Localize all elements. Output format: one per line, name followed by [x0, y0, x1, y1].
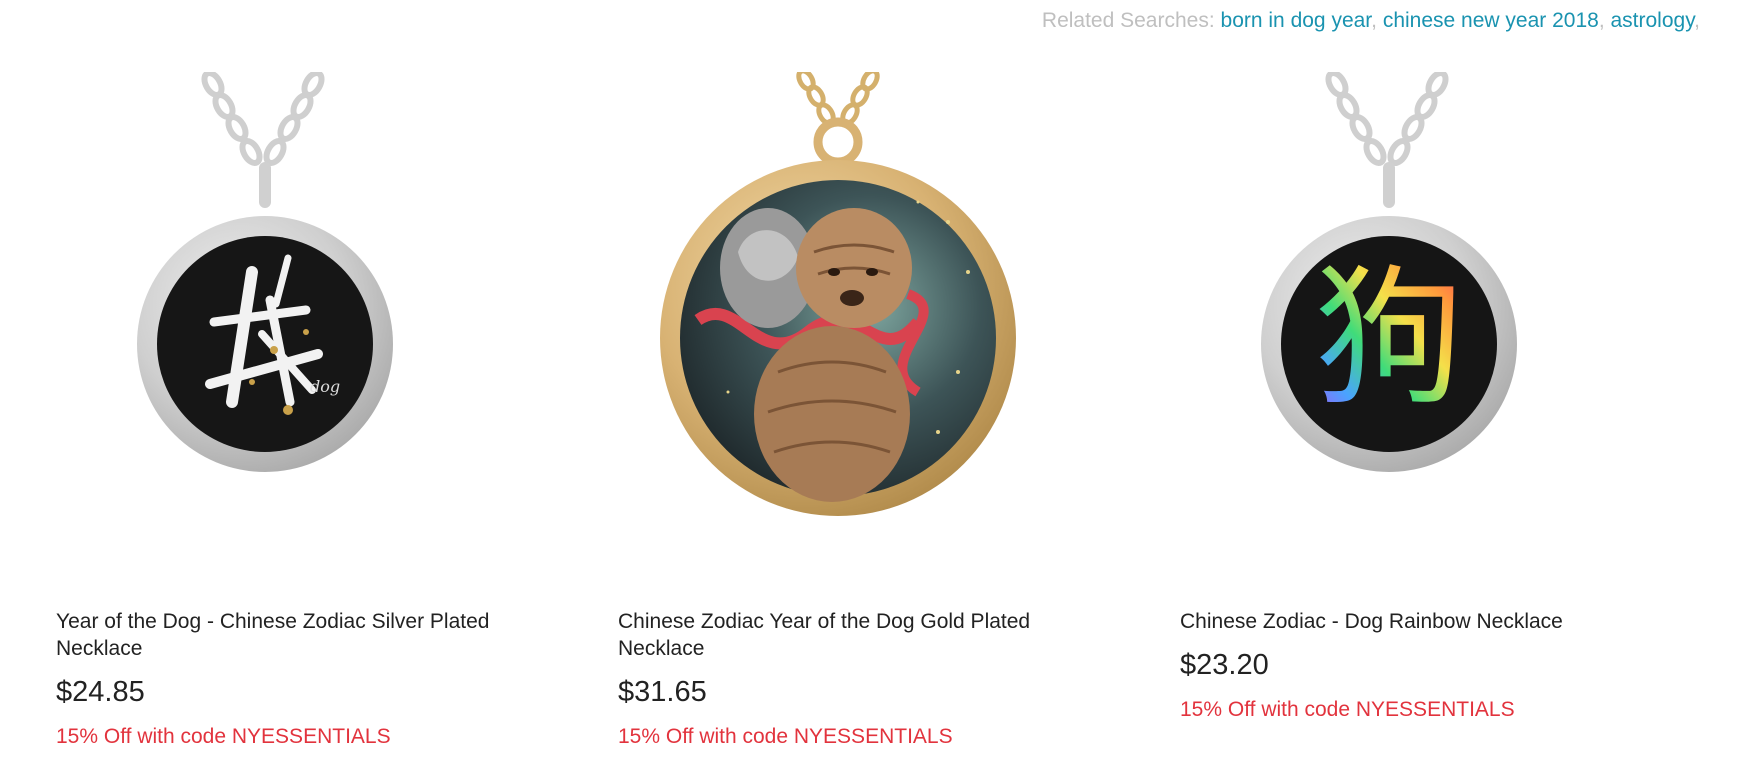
promo-text: 15% Off with code NYESSENTIALS: [56, 725, 391, 748]
product-title[interactable]: Chinese Zodiac Year of the Dog Gold Plat…: [618, 608, 1118, 662]
product-image-silver-dog-necklace[interactable]: dog: [56, 72, 556, 580]
product-image-rainbow-dog-necklace[interactable]: 狗: [1180, 72, 1680, 580]
product-card: 狗 Chinese Zodiac - Dog Rainbow Necklace …: [1180, 72, 1742, 752]
product-grid: dog Year of the Dog - Chinese Zodiac Sil…: [56, 72, 1742, 752]
product-card: dog Year of the Dog - Chinese Zodiac Sil…: [56, 72, 618, 752]
promo-text: 15% Off with code NYESSENTIALS: [618, 725, 953, 748]
pendant-dog-character: 狗: [1314, 252, 1464, 426]
pendant-dog-text: dog: [310, 377, 340, 396]
product-image-gold-dog-necklace[interactable]: [618, 72, 1118, 580]
product-price: $31.65: [618, 676, 707, 708]
product-price: $23.20: [1180, 649, 1269, 681]
related-searches: Related Searches: born in dog year, chin…: [1041, 9, 1700, 32]
product-price: $24.85: [56, 676, 145, 708]
product-title[interactable]: Chinese Zodiac - Dog Rainbow Necklace: [1180, 608, 1680, 635]
related-link-astrology[interactable]: astrology: [1611, 9, 1695, 32]
related-link-chinese-new-year-2018[interactable]: chinese new year 2018: [1383, 9, 1599, 32]
promo-text: 15% Off with code NYESSENTIALS: [1180, 698, 1515, 721]
related-link-born-in-dog-year[interactable]: born in dog year: [1221, 9, 1372, 32]
related-searches-label: Related Searches:: [1041, 9, 1215, 32]
product-title[interactable]: Year of the Dog - Chinese Zodiac Silver …: [56, 608, 556, 662]
product-card: Chinese Zodiac Year of the Dog Gold Plat…: [618, 72, 1180, 752]
